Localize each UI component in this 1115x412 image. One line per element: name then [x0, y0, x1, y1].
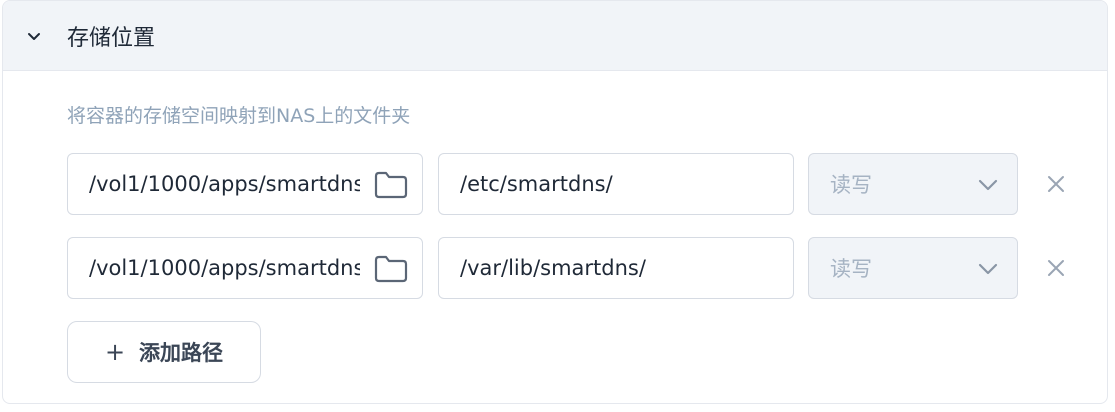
section-title: 存储位置 [67, 25, 156, 51]
access-mode-select[interactable]: 读写 [808, 153, 1018, 215]
access-mode-value: 读写 [830, 173, 872, 197]
folder-icon[interactable] [374, 255, 408, 283]
container-path-input[interactable]: /var/lib/smartdns/ [438, 237, 794, 299]
close-icon[interactable] [1044, 256, 1068, 280]
access-mode-select[interactable]: 读写 [808, 237, 1018, 299]
mount-row: /vol1/1000/apps/smartdns /etc/smartdns/ … [67, 153, 1077, 215]
plus-icon: + [104, 338, 126, 366]
chevron-down-icon [978, 179, 998, 191]
storage-section: 存储位置 将容器的存储空间映射到NAS上的文件夹 /vol1/1000/apps… [2, 0, 1108, 404]
close-icon[interactable] [1044, 172, 1068, 196]
add-path-label: 添加路径 [139, 341, 224, 365]
add-path-button[interactable]: + 添加路径 [67, 321, 261, 383]
mount-row: /vol1/1000/apps/smartdns /var/lib/smartd… [67, 237, 1077, 299]
container-path-value: /etc/smartdns/ [460, 172, 613, 196]
host-path-value: /vol1/1000/apps/smartdns [89, 172, 360, 196]
section-header[interactable]: 存储位置 [3, 1, 1107, 71]
host-path-input[interactable]: /vol1/1000/apps/smartdns [67, 153, 423, 215]
host-path-value: /vol1/1000/apps/smartdns [89, 256, 360, 280]
container-path-value: /var/lib/smartdns/ [460, 256, 646, 280]
folder-icon[interactable] [374, 171, 408, 199]
access-mode-value: 读写 [830, 257, 872, 281]
host-path-input[interactable]: /vol1/1000/apps/smartdns [67, 237, 423, 299]
chevron-down-icon [978, 263, 998, 275]
container-path-input[interactable]: /etc/smartdns/ [438, 153, 794, 215]
section-description: 将容器的存储空间映射到NAS上的文件夹 [67, 105, 411, 127]
chevron-down-icon[interactable] [25, 27, 43, 45]
